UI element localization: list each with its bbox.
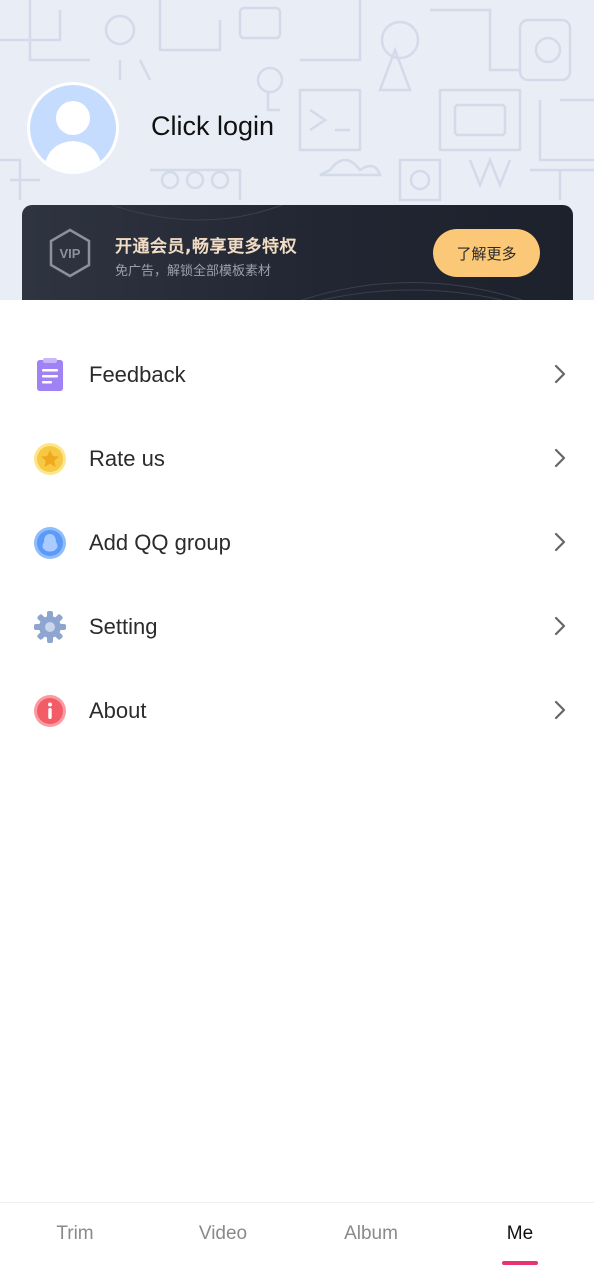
- menu-item-about[interactable]: About: [0, 668, 594, 752]
- menu-item-add-qq-group[interactable]: Add QQ group: [0, 500, 594, 584]
- chevron-right-icon: [554, 700, 566, 720]
- login-link[interactable]: Click login: [151, 111, 274, 142]
- vip-subtitle: 免广告，解锁全部模板素材: [115, 264, 272, 279]
- tab-me[interactable]: Me: [490, 1223, 550, 1253]
- chevron-right-icon: [554, 532, 566, 552]
- qq-penguin-icon: [34, 527, 66, 559]
- menu-item-setting[interactable]: Setting: [0, 584, 594, 668]
- menu-item-label: Rate us: [89, 446, 165, 471]
- tab-trim[interactable]: Trim: [40, 1223, 110, 1253]
- menu-item-label: Add QQ group: [89, 530, 231, 555]
- menu-item-rate-us[interactable]: Rate us: [0, 416, 594, 500]
- menu-item-label: About: [89, 698, 147, 723]
- active-tab-indicator: [502, 1261, 538, 1265]
- clipboard-icon: [37, 358, 63, 391]
- tab-video[interactable]: Video: [183, 1223, 263, 1253]
- info-icon: [34, 695, 66, 727]
- menu-item-label: Feedback: [89, 362, 186, 387]
- vip-title: 开通会员,畅享更多特权: [115, 237, 297, 257]
- chevron-right-icon: [554, 364, 566, 384]
- vip-banner[interactable]: VIP 开通会员,畅享更多特权 免广告，解锁全部模板素材 了解更多: [22, 205, 573, 300]
- profile-header: Click login VIP 开通会员,畅享更多特权 免广告，解锁全部模板素材…: [0, 0, 594, 300]
- avatar-placeholder: [30, 85, 116, 171]
- settings-menu: Feedback Rate us Add QQ group Setting Ab…: [0, 332, 594, 752]
- menu-item-feedback[interactable]: Feedback: [0, 332, 594, 416]
- chevron-right-icon: [554, 616, 566, 636]
- person-silhouette-icon: [44, 101, 102, 171]
- learn-more-button[interactable]: 了解更多: [433, 229, 540, 277]
- star-icon: [34, 443, 66, 475]
- chevron-right-icon: [554, 448, 566, 468]
- bottom-tab-bar: Trim Video Album Me: [0, 1202, 594, 1280]
- vip-badge-icon: VIP: [49, 228, 91, 278]
- svg-text:VIP: VIP: [60, 246, 81, 261]
- menu-item-label: Setting: [89, 614, 158, 639]
- avatar[interactable]: [27, 82, 119, 174]
- gear-icon: [34, 611, 66, 643]
- tab-album[interactable]: Album: [331, 1223, 411, 1253]
